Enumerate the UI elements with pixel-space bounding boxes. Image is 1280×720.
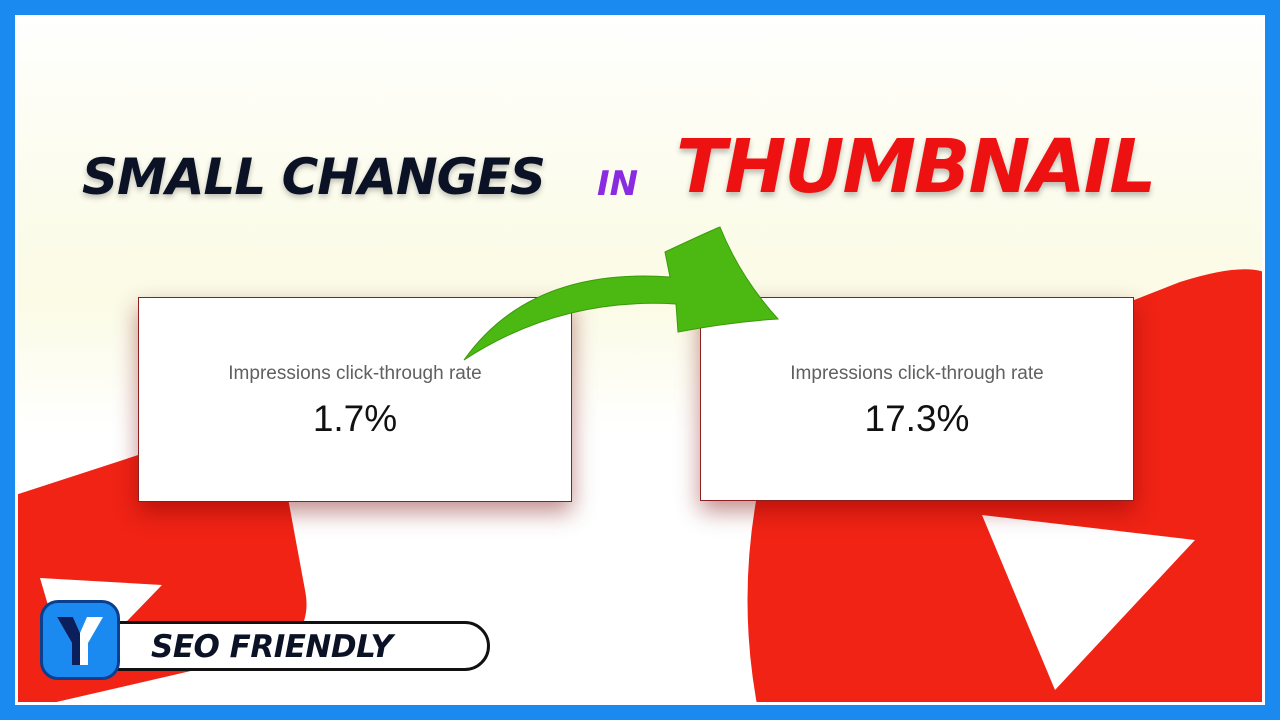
headline-part-thumbnail: THUMBNAIL	[676, 124, 1156, 210]
curved-arrow-icon	[463, 226, 780, 361]
ctr-value-after: 17.3%	[864, 398, 970, 439]
headline: SMALL CHANGES IN THUMBNAIL	[0, 118, 1280, 228]
headline-part-small-changes: SMALL CHANGES	[82, 148, 546, 206]
ctr-value-before: 1.7%	[312, 398, 398, 439]
thumbnail-canvas: SMALL CHANGES IN THUMBNAIL Impressions c…	[0, 0, 1280, 720]
y-logo-icon	[40, 600, 120, 680]
headline-part-in: IN	[597, 164, 639, 204]
seo-friendly-badge: SEO FRIENDLY	[62, 621, 490, 671]
badge-text: SEO FRIENDLY	[151, 629, 393, 665]
